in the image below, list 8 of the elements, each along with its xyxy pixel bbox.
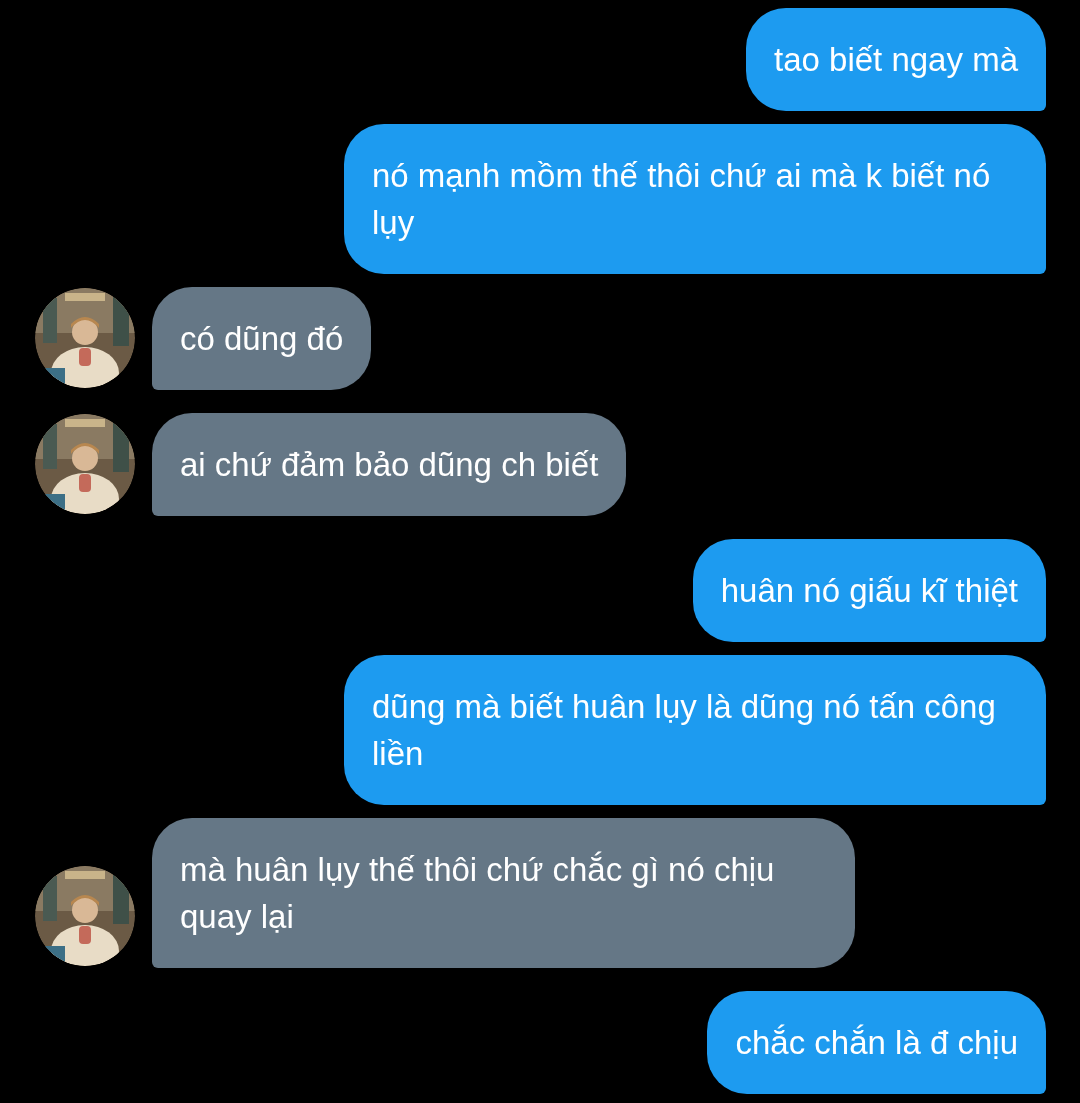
message-bubble: chắc chắn là đ chịu xyxy=(707,991,1046,1094)
message-bubble: có dũng đó xyxy=(152,287,372,390)
message-bubble: nó mạnh mồm thế thôi chứ ai mà k biết nó lụy xyxy=(344,124,1046,274)
message-bubble: mà huân lụy thế thôi chứ chắc gì nó chịu quay lại xyxy=(152,818,855,968)
message-bubble: tao biết ngay mà xyxy=(746,8,1046,111)
message-bubble: ai chứ đảm bảo dũng ch biết xyxy=(152,413,627,516)
message-bubble: dũng mà biết huân lụy là dũng nó tấn công liền xyxy=(344,655,1046,805)
message-bubble: huân nó giấu kĩ thiệt xyxy=(692,539,1046,642)
